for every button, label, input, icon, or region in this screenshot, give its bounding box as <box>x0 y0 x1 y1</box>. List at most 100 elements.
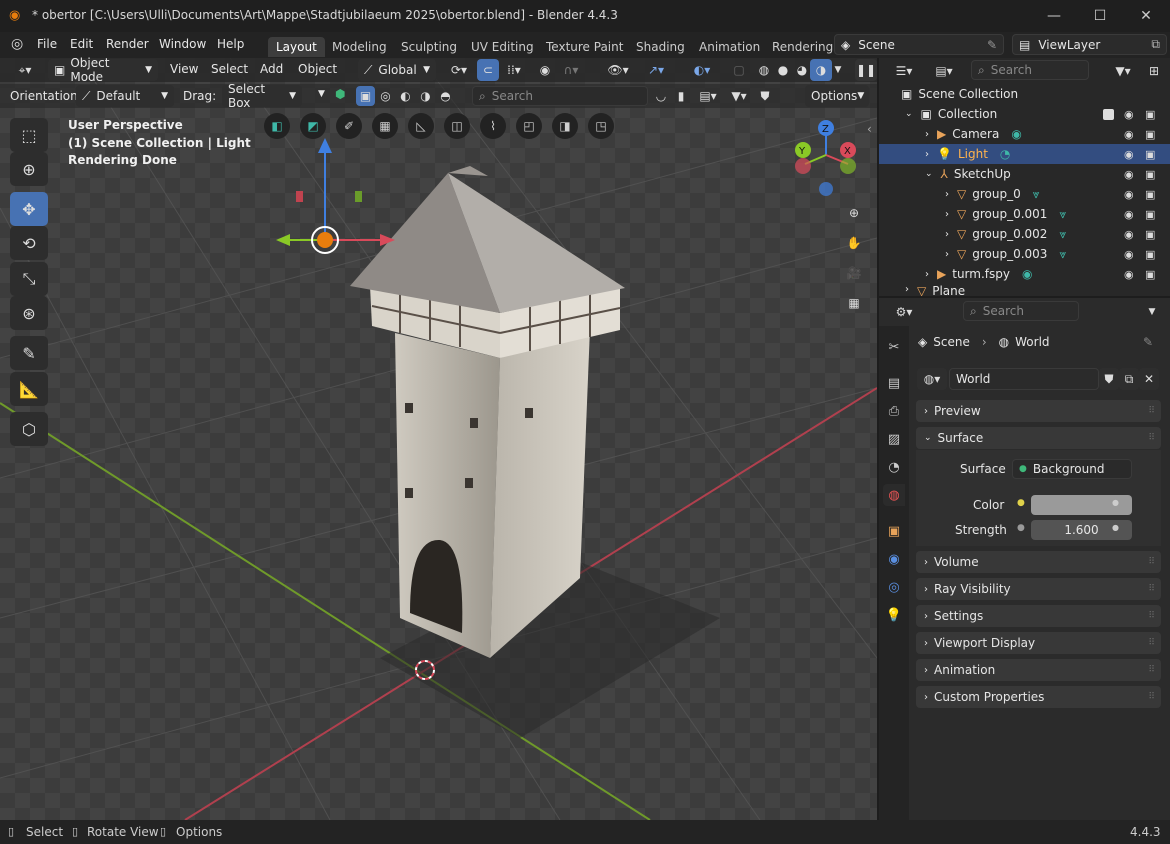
snap-base-icon[interactable]: ◧ <box>264 113 290 139</box>
grip-icon[interactable]: ⠿ <box>1148 638 1155 648</box>
camera-icon[interactable]: ▣ <box>1145 248 1155 261</box>
outliner-row-sketchup[interactable]: ⌄ ⅄ SketchUp ◉ ▣ <box>879 164 1170 184</box>
camera-icon[interactable]: ▣ <box>1145 188 1155 201</box>
outliner-row-camera[interactable]: › ▶ Camera ◉ ◉ ▣ <box>879 124 1170 144</box>
pivot-icon[interactable]: ⟳▾ <box>442 59 476 81</box>
render-tab-icon[interactable]: ▤ <box>883 372 905 394</box>
mesh-data-icon[interactable]: ⩔ <box>1059 247 1066 262</box>
eye-icon[interactable]: ◉ <box>1124 108 1134 121</box>
tab-modeling[interactable]: Modeling <box>324 37 395 57</box>
grip-icon[interactable]: ⠿ <box>1148 433 1155 443</box>
visibility-icon[interactable]: 👁▾ <box>602 59 634 81</box>
tab-animation[interactable]: Animation <box>691 37 768 57</box>
grip-icon[interactable]: ⠿ <box>1148 611 1155 621</box>
eyedropper-icon[interactable]: ✐ <box>336 113 362 139</box>
select-extend-icon[interactable]: ◎ <box>376 86 395 106</box>
camera-view-icon[interactable]: 🎥 <box>843 262 865 284</box>
tab-shading[interactable]: Shading <box>628 37 693 57</box>
close-button[interactable]: ✕ <box>1123 0 1169 32</box>
menu-add[interactable]: Add <box>260 62 283 76</box>
chevron-right-icon[interactable]: › <box>945 189 949 200</box>
minimize-button[interactable]: — <box>1031 0 1077 32</box>
layout-icon[interactable]: ▤▾ <box>692 85 724 107</box>
outliner-row-group-0-003[interactable]: › ▽ group_0.003 ⩔ ◉ ▣ <box>879 244 1170 264</box>
pin-icon[interactable]: ✎ <box>987 38 997 52</box>
chevron-down-icon[interactable]: ⌄ <box>905 109 913 119</box>
chevron-right-icon[interactable]: › <box>945 229 949 240</box>
editor-type-icon[interactable]: ⌖▾ <box>8 59 42 81</box>
keyframe-icon[interactable]: ● <box>1112 523 1119 532</box>
panel-volume[interactable]: › Volume ⠿ <box>916 551 1161 573</box>
copy-icon[interactable]: ⧉ <box>1151 37 1160 52</box>
world-tab-icon[interactable]: ◍ <box>883 484 905 506</box>
constraints-tab-icon[interactable]: ◎ <box>883 576 905 598</box>
checkbox-icon[interactable] <box>1103 108 1114 120</box>
face-icon[interactable]: ◺ <box>408 113 434 139</box>
menu-view[interactable]: View <box>170 62 198 76</box>
tab-rendering[interactable]: Rendering <box>764 37 841 57</box>
bevel-icon[interactable]: ⌇ <box>480 113 506 139</box>
mesh-data-icon[interactable]: ⩔ <box>1059 227 1066 242</box>
menu-window[interactable]: Window <box>159 37 206 51</box>
gizmo-icon[interactable]: ↗▾ <box>638 59 674 81</box>
mesh-data-icon[interactable]: ⩔ <box>1033 187 1040 202</box>
frame-icon[interactable]: ◳ <box>588 113 614 139</box>
chevron-right-icon[interactable]: › <box>945 209 949 220</box>
camera-icon[interactable]: ▣ <box>1145 268 1155 281</box>
snap-target-toggle-icon[interactable]: ◩ <box>300 113 326 139</box>
select-invert-icon[interactable]: ◑ <box>416 86 435 106</box>
snap-target-icon[interactable]: ⁞⁞▾ <box>500 59 528 81</box>
outliner-row-group-0[interactable]: › ▽ group_0 ⩔ ◉ ▣ <box>879 184 1170 204</box>
view-layer-selector[interactable]: ▤ ViewLayer ⧉ <box>1012 34 1167 55</box>
world-browse-icon[interactable]: ◍▾ <box>917 368 947 390</box>
options-dropdown[interactable]: Options ▼ <box>805 85 869 107</box>
eye-icon[interactable]: ◉ <box>1124 128 1134 141</box>
eye-icon[interactable]: ◉ <box>1124 188 1134 201</box>
menu-edit[interactable]: Edit <box>70 37 93 51</box>
grip-icon[interactable]: ⠿ <box>1148 584 1155 594</box>
select-new-icon[interactable]: ▣ <box>356 86 375 106</box>
camera-icon[interactable]: ▣ <box>1145 168 1155 181</box>
tab-texture-paint[interactable]: Texture Paint <box>538 37 631 57</box>
pin-icon[interactable]: ✎ <box>1143 335 1153 349</box>
outliner-row-scene-collection[interactable]: ▣ Scene Collection <box>879 84 1170 104</box>
grid-icon[interactable]: ▦ <box>372 113 398 139</box>
mode-dropdown[interactable]: ▣ Object Mode ▼ <box>48 56 158 84</box>
box-icon[interactable]: ◰ <box>516 113 542 139</box>
drag-dropdown[interactable]: Select Box ▼ <box>222 82 302 110</box>
chevron-right-icon[interactable]: › <box>925 269 929 280</box>
chevron-down-icon[interactable]: ▼ <box>1141 301 1163 323</box>
eye-icon[interactable]: ◉ <box>1124 228 1134 241</box>
eye-icon[interactable]: ◉ <box>1124 208 1134 221</box>
camera-data-icon[interactable]: ◉ <box>1011 127 1021 141</box>
data-tab-icon[interactable]: 💡 <box>883 604 905 626</box>
viewport-3d[interactable]: Z X Y <box>0 58 877 820</box>
object-tab-icon[interactable]: ▣ <box>883 520 905 542</box>
camera-icon[interactable]: ▣ <box>1145 108 1155 121</box>
output-tab-icon[interactable]: ⎙ <box>883 400 905 422</box>
camera-icon[interactable]: ▣ <box>1145 148 1155 161</box>
fake-user-icon[interactable]: ⛊ <box>1099 368 1119 390</box>
outliner-row-group-0-001[interactable]: › ▽ group_0.001 ⩔ ◉ ▣ <box>879 204 1170 224</box>
outliner-row-turm-fspy[interactable]: › ▶ turm.fspy ◉ ◉ ▣ <box>879 264 1170 284</box>
keyframe-icon[interactable]: ● <box>1112 498 1119 507</box>
panel-ray-visibility[interactable]: › Ray Visibility ⠿ <box>916 578 1161 600</box>
surface-shader-field[interactable]: ● Background <box>1012 459 1132 479</box>
transform-orientation-dropdown[interactable]: ⟋ Global ▼ <box>358 59 436 81</box>
grip-icon[interactable]: ⠿ <box>1148 557 1155 567</box>
eye-icon[interactable]: ◉ <box>1124 248 1134 261</box>
select-intersect-icon[interactable]: ◓ <box>436 86 455 106</box>
measure-tool[interactable]: 📐 <box>10 372 48 406</box>
menu-help[interactable]: Help <box>217 37 244 51</box>
add-cube-tool[interactable]: ⬡ <box>10 412 48 446</box>
light-data-icon[interactable]: ◔ <box>1000 147 1010 161</box>
xray-icon[interactable]: ▢ <box>728 59 750 81</box>
view-layer-tab-icon[interactable]: ▨ <box>883 428 905 450</box>
outliner-row-collection[interactable]: ⌄ ▣ Collection ◉ ▣ <box>879 104 1170 124</box>
proportional-edit-icon[interactable]: ◉ <box>534 59 556 81</box>
properties-editor-icon[interactable]: ⚙▾ <box>887 301 921 323</box>
rotate-tool[interactable]: ⟲ <box>10 226 48 260</box>
chevron-right-icon[interactable]: › <box>945 249 949 260</box>
chevron-down-icon[interactable]: ▼ <box>318 89 325 99</box>
panel-viewport-display[interactable]: › Viewport Display ⠿ <box>916 632 1161 654</box>
